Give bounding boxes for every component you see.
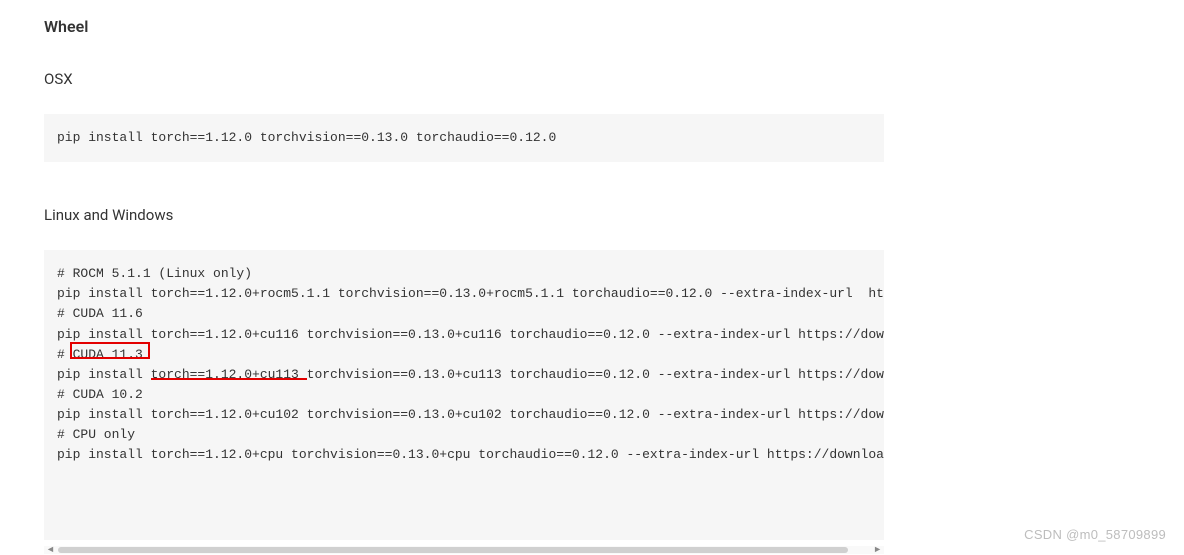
- scroll-arrow-left-icon[interactable]: ◄: [46, 544, 55, 555]
- heading-linux-windows: Linux and Windows: [44, 206, 884, 224]
- code-block-linux-windows[interactable]: # ROCM 5.1.1 (Linux only) pip install to…: [44, 250, 884, 540]
- code-line: pip install torch==1.12.0+cu113 torchvis…: [57, 367, 884, 382]
- watermark-text: CSDN @m0_58709899: [1024, 527, 1166, 542]
- code-line: pip install torch==1.12.0+rocm5.1.1 torc…: [57, 286, 884, 301]
- code-line: # CUDA 11.3: [57, 347, 143, 362]
- code-line: # ROCM 5.1.1 (Linux only): [57, 266, 252, 281]
- code-line: pip install torch==1.12.0+cpu torchvisio…: [57, 447, 884, 462]
- heading-osx: OSX: [44, 70, 884, 88]
- code-line: # CUDA 10.2: [57, 387, 143, 402]
- code-line: pip install torch==1.12.0+cu116 torchvis…: [57, 327, 884, 342]
- scrollbar-thumb[interactable]: [58, 547, 848, 553]
- scroll-arrow-right-icon[interactable]: ►: [873, 544, 882, 555]
- horizontal-scrollbar[interactable]: ◄ ►: [44, 546, 884, 554]
- code-block-osx[interactable]: pip install torch==1.12.0 torchvision==0…: [44, 114, 884, 162]
- heading-wheel: Wheel: [44, 17, 884, 36]
- code-line: # CPU only: [57, 427, 135, 442]
- code-line: pip install torch==1.12.0+cu102 torchvis…: [57, 407, 884, 422]
- code-line: # CUDA 11.6: [57, 306, 143, 321]
- code-line: pip install torch==1.12.0 torchvision==0…: [57, 130, 556, 145]
- article-content: Wheel OSX pip install torch==1.12.0 torc…: [44, 17, 884, 554]
